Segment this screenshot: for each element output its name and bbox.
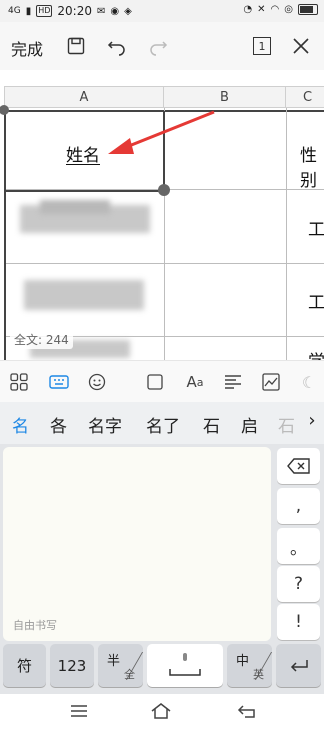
candidate-item[interactable]: 名 xyxy=(12,412,29,437)
app-notification-icon: ◉ xyxy=(110,5,120,17)
app-notification-icon-2: ◈ xyxy=(124,5,132,17)
signal-bars-icon: ▮ xyxy=(25,5,32,17)
column-header-a[interactable]: A xyxy=(4,86,164,108)
emoji-icon[interactable] xyxy=(86,371,108,393)
grid-icon[interactable] xyxy=(8,371,30,393)
done-button[interactable]: 完成 xyxy=(11,36,43,60)
candidate-item[interactable]: 启 xyxy=(241,412,258,437)
spreadsheet[interactable]: A B C 姓名 性别 工 工 学 全文: 244 xyxy=(0,70,324,360)
save-icon[interactable] xyxy=(64,34,88,58)
cell-c3[interactable]: 工 xyxy=(308,288,324,313)
grid-line xyxy=(286,108,287,360)
symbol-key[interactable]: 符 xyxy=(3,644,46,687)
candidate-item[interactable]: 名了 xyxy=(146,412,180,437)
space-key[interactable] xyxy=(147,644,223,687)
handwriting-area[interactable]: 自由书写 xyxy=(3,447,271,641)
battery-icon xyxy=(298,4,318,15)
word-count-label: 全文: 244 xyxy=(10,330,73,349)
tab-count-button[interactable]: 1 xyxy=(250,34,274,58)
editor-toolbar: 完成 1 xyxy=(0,22,324,70)
cell-a1[interactable]: 姓名 xyxy=(66,141,100,166)
selection-handle-top-left[interactable] xyxy=(0,105,9,115)
numbers-key[interactable]: 123 xyxy=(50,644,94,687)
fullscreen-icon[interactable] xyxy=(144,371,166,393)
period-key[interactable]: 。 xyxy=(277,528,320,564)
back-icon[interactable] xyxy=(232,700,262,722)
wifi-icon: ◠ xyxy=(270,4,280,15)
chevron-right-icon[interactable]: › xyxy=(300,410,324,431)
language-switch-key[interactable]: 中 英 xyxy=(227,644,273,687)
keyboard-icon[interactable] xyxy=(48,371,70,393)
candidate-item[interactable]: 石 xyxy=(203,412,220,437)
comma-key[interactable]: , xyxy=(277,488,320,524)
notification-icon: ✉ xyxy=(97,5,106,17)
home-icon[interactable] xyxy=(146,700,176,722)
font-style-icon[interactable]: Aa xyxy=(184,371,206,393)
selection-border xyxy=(4,190,164,192)
redo-icon[interactable] xyxy=(146,34,170,58)
mute-icon: ✕ xyxy=(257,4,266,15)
candidate-item[interactable]: 各 xyxy=(50,412,67,437)
grid-line xyxy=(4,108,6,360)
annotation-arrow-icon xyxy=(108,110,215,154)
enter-key[interactable] xyxy=(276,644,321,687)
hd-badge: HD xyxy=(36,5,53,17)
question-key[interactable]: ? xyxy=(277,566,320,602)
microphone-icon xyxy=(183,652,187,661)
redacted-content xyxy=(24,280,144,310)
align-icon[interactable] xyxy=(222,371,244,393)
candidate-item[interactable]: 石 xyxy=(278,412,295,437)
exclamation-key[interactable]: ! xyxy=(277,604,320,640)
close-icon[interactable] xyxy=(289,34,313,58)
half-full-width-key[interactable]: 半 全 xyxy=(98,644,144,687)
column-header-b[interactable]: B xyxy=(163,86,286,108)
handwriting-label: 自由书写 xyxy=(13,619,57,632)
backspace-button[interactable] xyxy=(277,448,320,484)
candidate-item[interactable]: 名字 xyxy=(88,412,122,437)
keyboard: 自由书写 , 。 ? ! 符 123 半 全 中 英 xyxy=(0,444,324,694)
tab-count-value: 1 xyxy=(253,37,271,55)
status-bar: 4G ▮ HD 20:20 ✉ ◉ ◈ ◔ ✕ ◠ ◎ xyxy=(0,0,324,22)
menu-icon[interactable] xyxy=(64,700,94,722)
clock: 20:20 xyxy=(57,4,92,18)
undo-icon[interactable] xyxy=(105,34,129,58)
column-header-c[interactable]: C xyxy=(285,86,324,108)
chinese-label: 中 xyxy=(236,654,250,669)
alarm-icon: ◔ xyxy=(243,4,253,15)
redacted-content xyxy=(40,200,110,214)
cell-a1-text: 姓名 xyxy=(66,146,100,166)
cell-c4[interactable]: 学 xyxy=(308,347,324,360)
candidate-bar: 名 各 名字 名了 石 启 石 › xyxy=(0,402,324,444)
theme-icon[interactable]: ☾ xyxy=(298,371,320,393)
full-label: 全 xyxy=(124,668,135,681)
english-label: 英 xyxy=(253,668,264,681)
half-label: 半 xyxy=(107,654,121,669)
input-toolbar: Aa ☾ xyxy=(0,360,324,403)
hotspot-icon: ◎ xyxy=(284,4,293,15)
cell-c2[interactable]: 工 xyxy=(308,215,324,240)
signal-indicator: 4G xyxy=(8,6,21,16)
selection-handle-bottom-right[interactable] xyxy=(158,184,170,196)
cell-c1[interactable]: 性别 xyxy=(300,141,324,191)
navigation-bar xyxy=(0,694,324,729)
sheet-margin xyxy=(0,70,324,86)
chart-icon[interactable] xyxy=(260,371,282,393)
